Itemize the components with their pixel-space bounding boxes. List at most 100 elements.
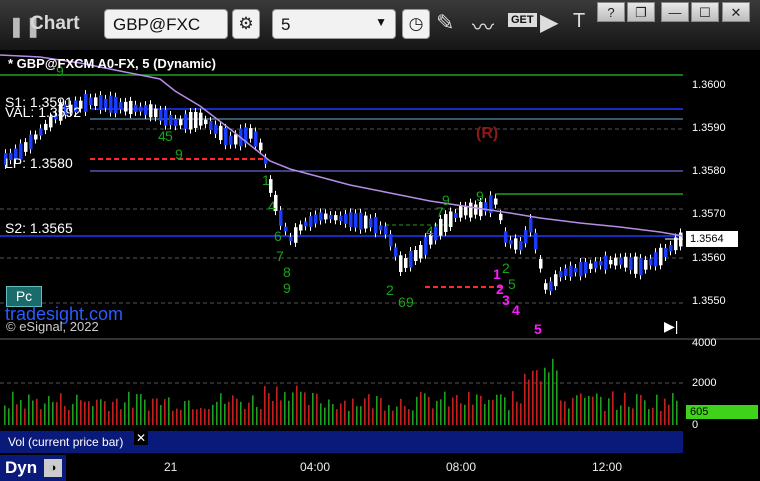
play-icon[interactable]: ▶ [540,8,558,37]
volume-bar [116,398,118,425]
volume-bar [292,392,294,425]
volume-bar [644,400,646,425]
volume-bar [240,401,242,425]
candle [349,212,353,227]
s2-label: S2: 1.3565 [5,220,73,236]
candle [614,257,618,266]
candle [444,214,448,232]
restore-icon[interactable]: ❐ [627,2,655,22]
pane-divider[interactable] [0,338,760,340]
volume-bar [300,391,302,425]
volume-bar [544,367,546,425]
candle [539,259,543,269]
candle [374,216,378,234]
volume-bar [456,395,458,425]
svg-text:4: 4 [426,223,434,239]
minimize-button[interactable]: — [661,2,689,22]
volume-bar [272,400,274,425]
svg-text:6: 6 [274,228,282,244]
candle [324,213,328,220]
candle [169,115,173,126]
candle [224,127,228,146]
get-data-icon[interactable]: GET [508,13,537,27]
interval-combo[interactable]: 5 ▼ [272,9,396,39]
candle [434,226,438,241]
volume-bar [8,408,10,425]
close-icon[interactable]: ✕ [134,431,148,445]
price-chart[interactable]: 94 5 914 678 9 26 997 492 5 1 2 3 4 5 (R) [0,51,683,337]
volume-bar [32,400,34,425]
time-tick: 04:00 [300,460,331,474]
volume-bar [436,400,438,425]
candle [44,123,48,131]
text-tool-icon[interactable]: T [573,10,585,33]
volume-bar [316,393,318,425]
close-button[interactable]: ✕ [722,2,750,22]
candle [564,268,568,276]
candle [39,128,43,136]
volume-bar [72,404,74,425]
candle [659,247,663,266]
candle [399,255,403,273]
candle [509,240,513,245]
candle [619,257,623,265]
volume-bar [332,404,334,425]
candle [449,211,453,228]
volume-bar [512,391,514,425]
volume-bar [360,406,362,425]
volume-bar [276,386,278,425]
scroll-to-end-icon[interactable]: ▶| [664,318,678,335]
dynamic-toggle-icon[interactable]: ◑ [44,459,62,477]
volume-bar [136,394,138,425]
volume-bar [36,398,38,425]
candle [384,226,388,235]
symbol-combo[interactable]: GBP@FXC [104,9,228,39]
volume-bar [484,404,486,425]
volume-bar [80,400,82,425]
gear-icon[interactable]: ⚙ [232,9,260,39]
svg-text:4: 4 [268,198,276,214]
svg-text:1: 1 [262,172,270,188]
volume-bar [140,394,142,425]
symbol-value: GBP@FXC [113,15,201,34]
volume-bar [132,407,134,425]
candle [574,268,578,273]
svg-text:7: 7 [436,204,444,220]
indicator-icon[interactable]: 〰 [472,10,494,42]
volume-bar [660,410,662,425]
maximize-button[interactable]: ☐ [691,2,719,22]
price-tick: 1.3590 [692,122,726,134]
candle [24,142,28,152]
time-tick: 08:00 [446,460,477,474]
candle [149,104,153,118]
volume-bar [268,393,270,425]
svg-text:9: 9 [406,294,414,310]
candle [669,245,673,252]
clock-icon[interactable]: ◷ [402,9,430,39]
volume-bar [396,406,398,425]
volume-bar [348,410,350,425]
help-button[interactable]: ? [597,2,625,22]
volume-bar [60,393,62,425]
candle [124,101,128,112]
pencil-icon[interactable]: ✎ [436,10,454,36]
candle [469,202,473,218]
volume-bar [612,391,614,425]
candle [394,247,398,257]
volume-bar [632,408,634,425]
candle [624,256,628,268]
volume-bar [92,406,94,425]
volume-chart[interactable] [0,341,683,429]
volume-tick: 0 [692,419,699,431]
candle [184,114,188,129]
candle [364,215,368,229]
candle [114,96,118,114]
volume-bar [56,402,58,425]
volume-bar [600,396,602,425]
volume-bar [432,408,434,425]
candle [219,125,223,141]
candle [594,261,598,269]
candle [334,215,338,221]
candle [189,111,193,130]
volume-bar [284,392,286,425]
